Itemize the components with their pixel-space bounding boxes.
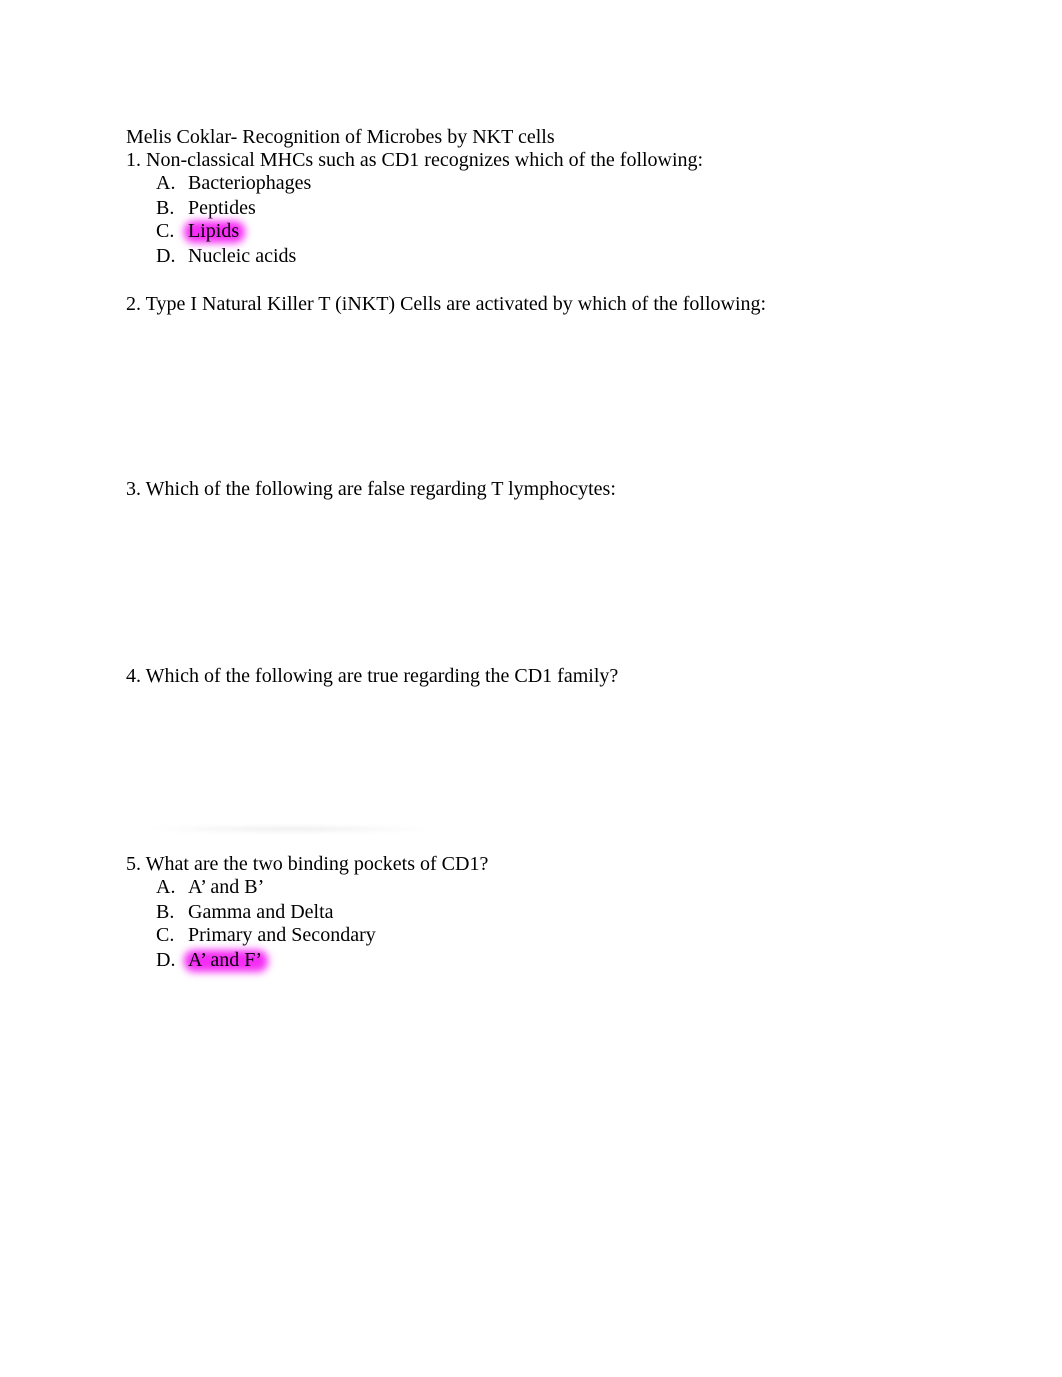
- option-letter: B.: [156, 901, 175, 923]
- question-1: 1. Non-classical MHCs such as CD1 recogn…: [126, 149, 704, 171]
- option-text: Bacteriophages: [188, 172, 312, 194]
- option-1a: A. Bacteriophages: [156, 171, 311, 195]
- option-letter: A.: [156, 172, 176, 194]
- question-5: 5. What are the two binding pockets of C…: [126, 853, 489, 875]
- option-text: Primary and Secondary: [188, 924, 376, 946]
- option-5b: B. Gamma and Delta: [156, 900, 334, 924]
- question-2: 2. Type I Natural Killer T (iNKT) Cells …: [126, 293, 767, 315]
- question-3: 3. Which of the following are false rega…: [126, 478, 616, 500]
- question-4: 4. Which of the following are true regar…: [126, 665, 619, 687]
- option-letter: A.: [156, 876, 176, 898]
- option-letter: B.: [156, 197, 175, 219]
- option-1b: B. Peptides: [156, 196, 256, 220]
- option-5a: A. A’ and B’: [156, 875, 264, 899]
- option-5d: D. A’ and F’: [156, 948, 262, 972]
- option-letter: C.: [156, 924, 175, 946]
- document-title: Melis Coklar- Recognition of Microbes by…: [126, 126, 555, 148]
- option-5c: C. Primary and Secondary: [156, 923, 376, 947]
- option-text: Peptides: [188, 197, 256, 219]
- option-text: Nucleic acids: [188, 245, 297, 267]
- highlighted-answer: A’ and F’: [188, 949, 263, 971]
- option-text: A’ and B’: [188, 876, 265, 898]
- option-letter: D.: [156, 245, 176, 267]
- highlighted-answer: Lipids: [188, 220, 240, 242]
- scan-smudge: [140, 826, 440, 832]
- option-text: Gamma and Delta: [188, 901, 334, 923]
- option-1d: D. Nucleic acids: [156, 244, 296, 268]
- option-1c: C. Lipids: [156, 219, 239, 243]
